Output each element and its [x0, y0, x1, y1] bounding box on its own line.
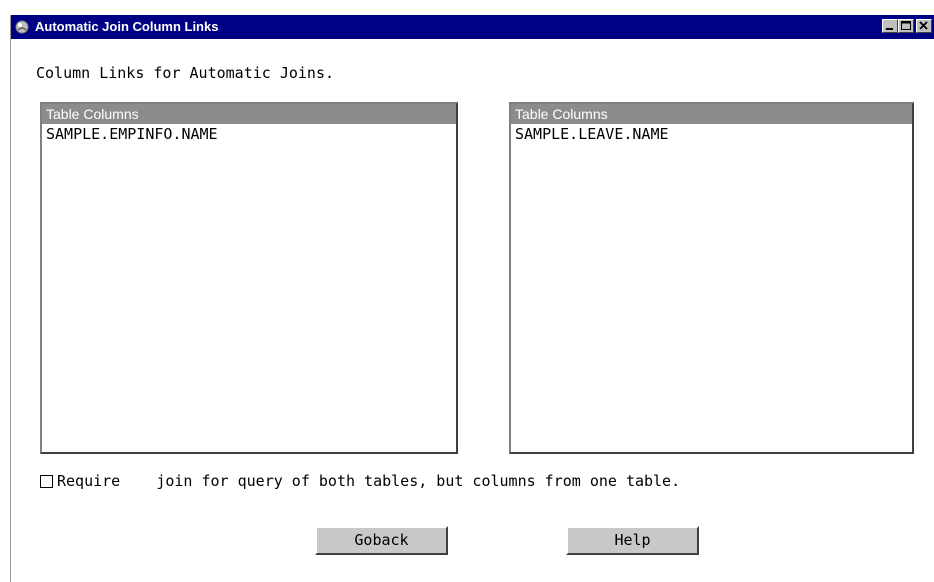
list-item[interactable]: SAMPLE.EMPINFO.NAME	[42, 124, 456, 144]
maximize-icon[interactable]	[898, 19, 914, 33]
window-title: Automatic Join Column Links	[35, 19, 219, 34]
require-join-checkbox[interactable]	[40, 475, 53, 488]
help-button[interactable]: Help	[566, 526, 699, 555]
minimize-icon[interactable]	[882, 19, 898, 33]
require-join-label[interactable]: Require join for query of both tables, b…	[57, 472, 680, 490]
left-list-header: Table Columns	[42, 104, 456, 124]
title-bar[interactable]: Automatic Join Column Links	[11, 15, 934, 39]
list-item[interactable]: SAMPLE.LEAVE.NAME	[511, 124, 912, 144]
left-column-list[interactable]: Table Columns SAMPLE.EMPINFO.NAME	[40, 102, 458, 454]
right-list-header: Table Columns	[511, 104, 912, 124]
sas-app-icon[interactable]	[14, 19, 30, 35]
automatic-join-dialog: Automatic Join Column Links Column Links…	[10, 15, 934, 582]
close-icon[interactable]	[916, 19, 932, 33]
right-column-list[interactable]: Table Columns SAMPLE.LEAVE.NAME	[509, 102, 914, 454]
goback-button[interactable]: Goback	[315, 526, 448, 555]
dialog-heading: Column Links for Automatic Joins.	[36, 64, 335, 82]
